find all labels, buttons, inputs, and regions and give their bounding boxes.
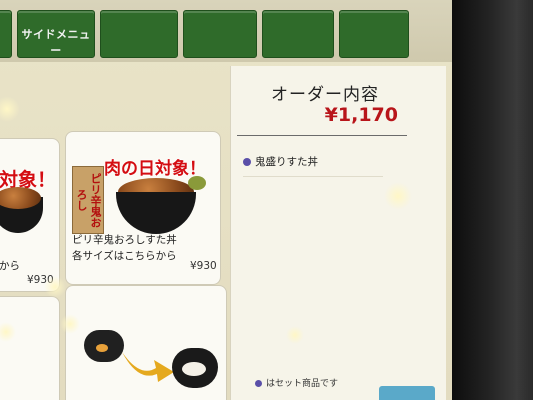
- divider: [237, 135, 407, 136]
- bullet-icon: [243, 158, 251, 166]
- set-item-note-text: はセット商品です: [266, 379, 339, 389]
- arrow-right-icon: [122, 352, 174, 382]
- card-price: ¥930: [190, 260, 217, 272]
- menu-card-partial[interactable]: 対象！ から ¥930: [0, 138, 60, 292]
- proceed-button[interactable]: [379, 386, 435, 400]
- product-tag: ピリ辛鬼おろし: [72, 166, 104, 234]
- category-tab-bar: サイドメニュー: [0, 0, 452, 62]
- divider: [243, 176, 383, 177]
- order-line-item[interactable]: 鬼盛りすた丼: [243, 154, 318, 169]
- tab-category-4[interactable]: [183, 10, 257, 58]
- card-desc: から: [0, 260, 20, 272]
- light-reflection: [286, 326, 304, 344]
- tab-category-6[interactable]: [339, 10, 409, 58]
- card-subtitle: 各サイズはこちらから: [72, 250, 177, 262]
- bowl-image: [116, 192, 196, 234]
- light-reflection: [0, 96, 20, 122]
- menu-card-oni-oroshi[interactable]: 肉の日対象！ ピリ辛鬼おろし ピリ辛鬼おろしすた丼 各サイズはこちらから ¥93…: [65, 131, 221, 285]
- screen-bezel: [452, 0, 533, 400]
- egg-yolk-image: [96, 344, 108, 352]
- menu-card-egg-option[interactable]: [65, 285, 227, 400]
- tab-category-1[interactable]: [0, 10, 12, 58]
- light-reflection: [384, 182, 412, 210]
- set-item-note: はセット商品です: [255, 376, 338, 389]
- promo-badge: 肉の日対象！: [104, 159, 206, 179]
- tab-category-5[interactable]: [262, 10, 334, 58]
- egg-white-image: [182, 362, 206, 376]
- order-total: ¥1,170: [324, 104, 398, 126]
- side-dish-image: [188, 176, 206, 190]
- light-reflection: [60, 314, 80, 334]
- bullet-icon: [255, 380, 262, 387]
- order-item-name: 鬼盛りすた丼: [255, 156, 318, 168]
- order-summary-panel: オーダー内容 ¥1,170 鬼盛りすた丼 はセット商品です: [230, 66, 446, 400]
- tab-category-3[interactable]: [100, 10, 178, 58]
- order-title: オーダー内容: [271, 85, 379, 105]
- tab-side-menu[interactable]: サイドメニュー: [17, 10, 95, 58]
- kiosk-screen: サイドメニュー 対象！ から ¥930 肉の日対象！ ピリ辛鬼おろし ピリ辛鬼お…: [0, 0, 452, 400]
- tab-side-menu-label: サイドメニュー: [21, 28, 91, 57]
- light-reflection: [44, 276, 66, 298]
- menu-card-partial-bottom[interactable]: [0, 296, 60, 400]
- card-name: ピリ辛鬼おろしすた丼: [72, 234, 177, 246]
